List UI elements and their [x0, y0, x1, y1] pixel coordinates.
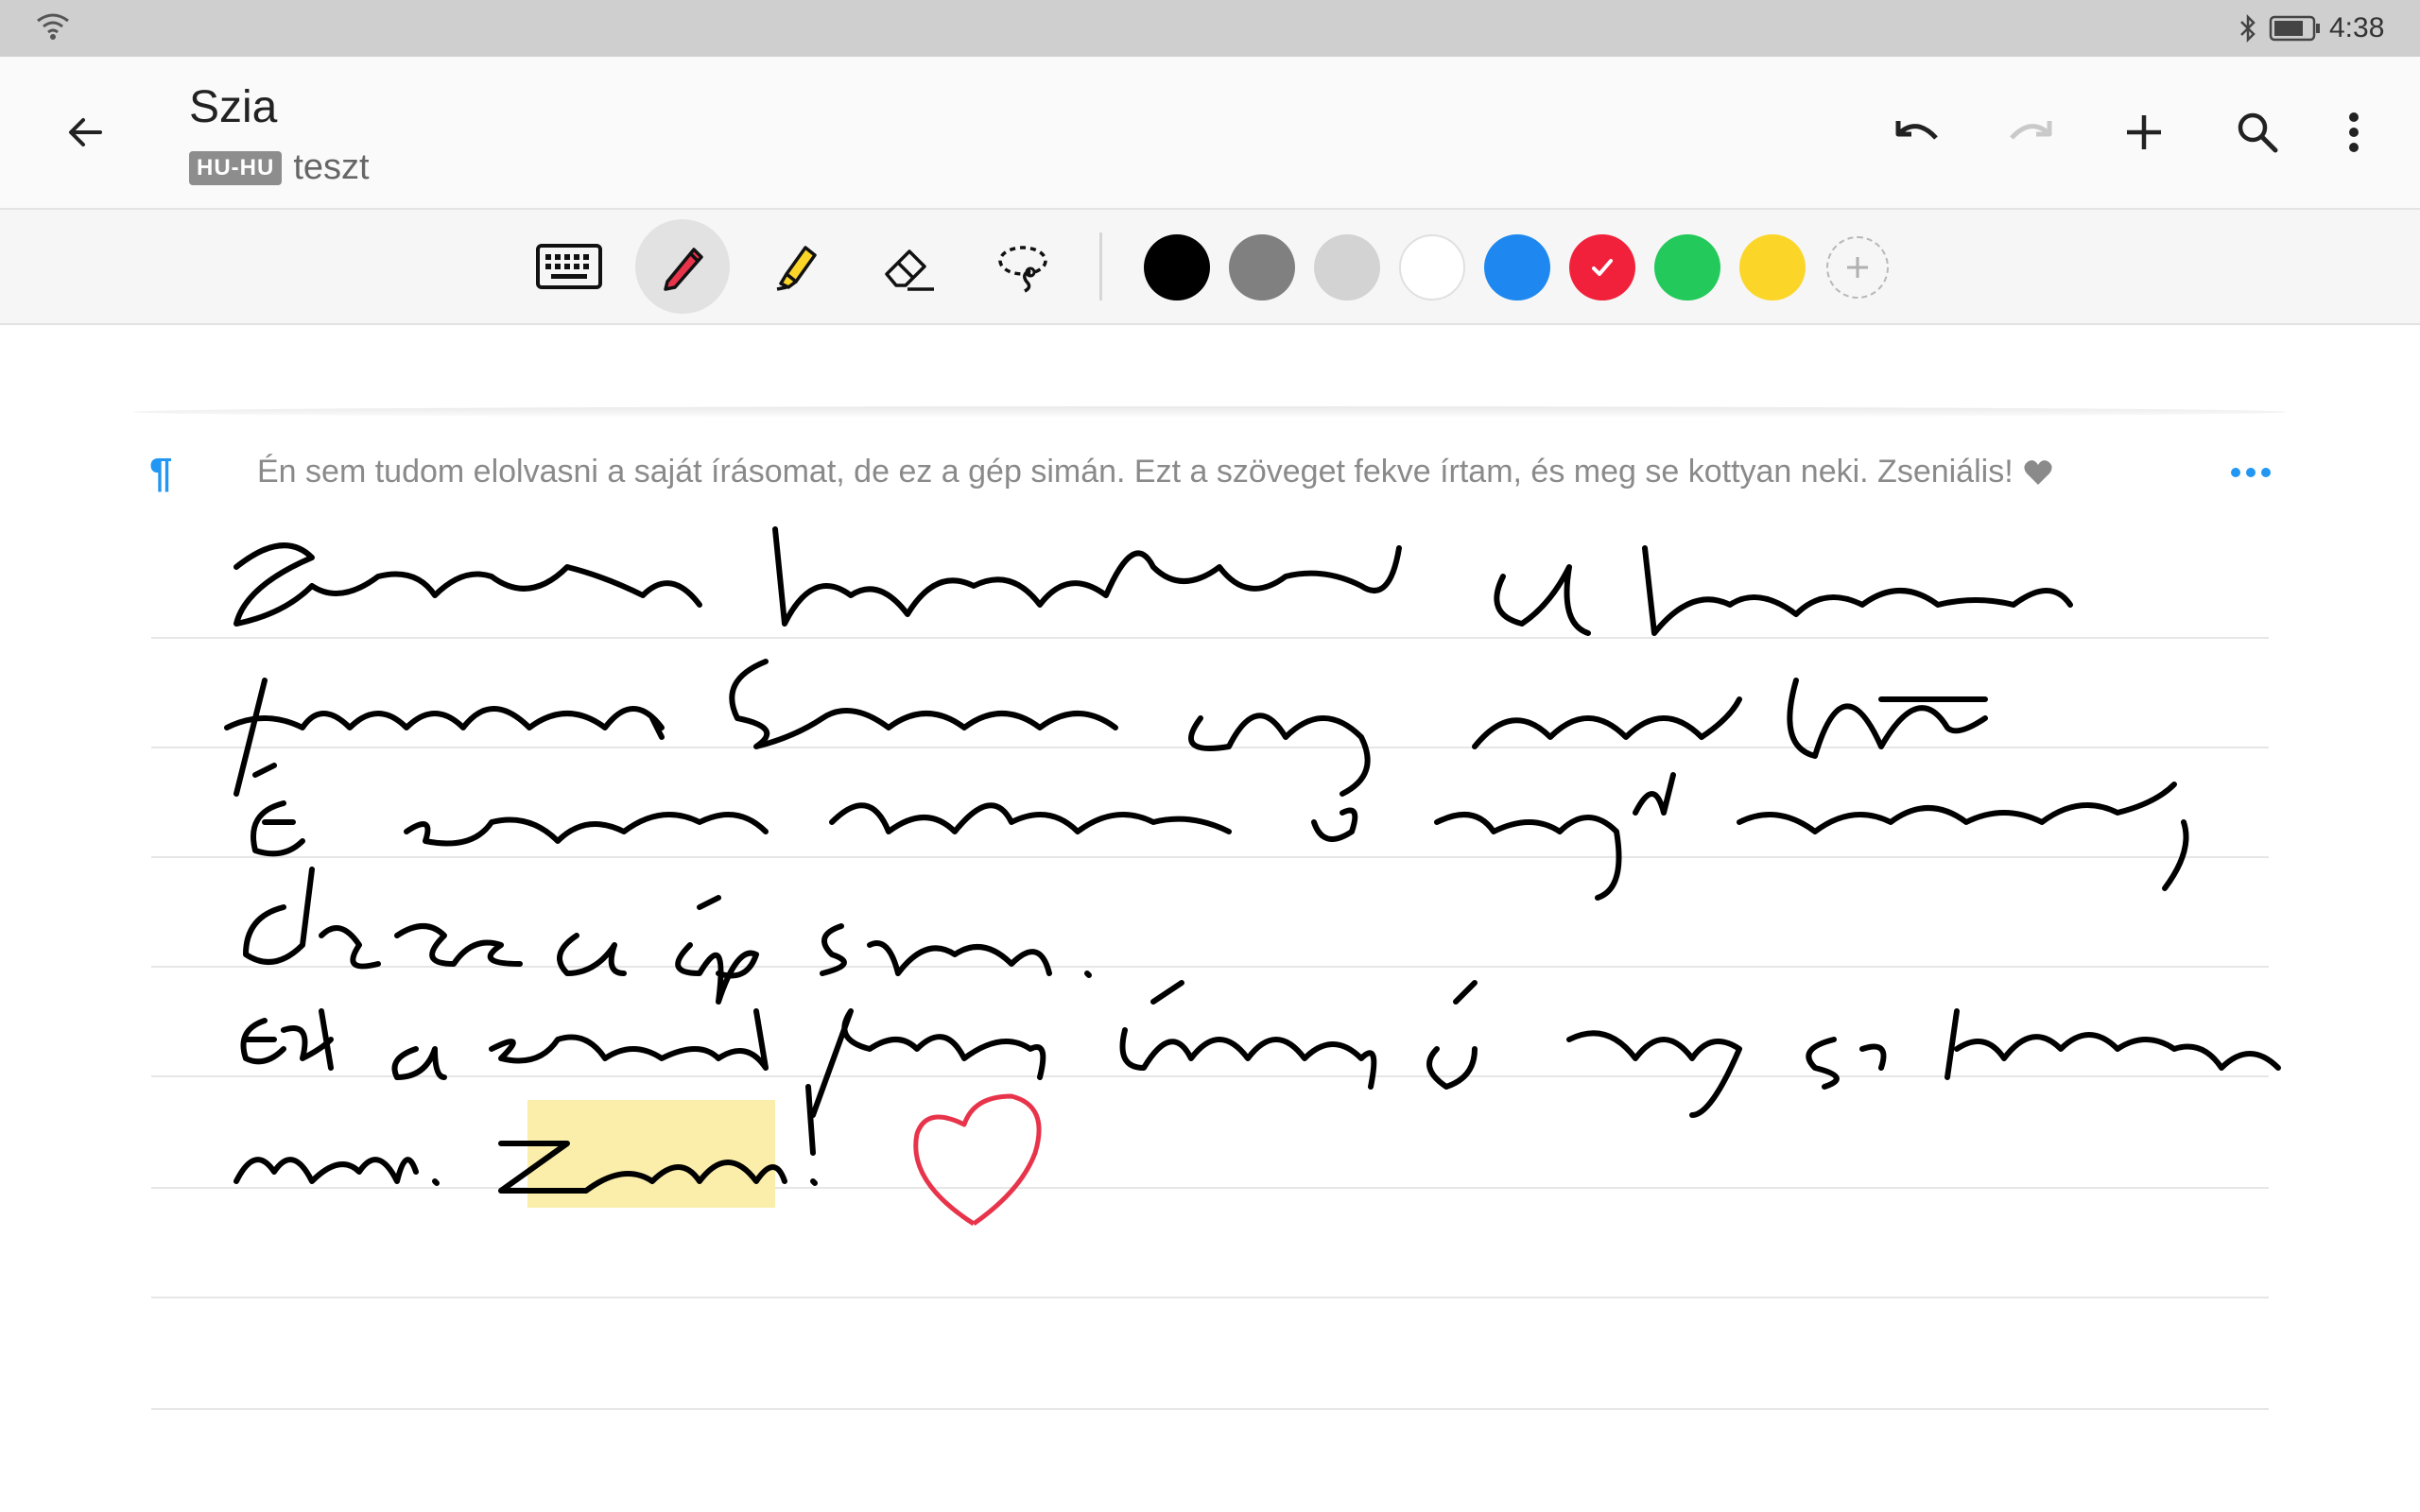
redo-icon	[2010, 121, 2052, 140]
note-title[interactable]: Szia	[189, 81, 277, 133]
ruled-line	[151, 1187, 2269, 1189]
ink-word-21	[240, 1008, 334, 1071]
lasso-tool[interactable]	[976, 219, 1070, 314]
lasso-icon	[998, 246, 1047, 293]
toolbar-divider	[1099, 232, 1102, 301]
highlighter-icon	[776, 246, 817, 291]
ruled-line	[151, 1075, 2269, 1077]
paragraph-icon[interactable]: ¶	[149, 450, 172, 497]
ruled-line	[151, 856, 2269, 858]
color-swatch-red[interactable]	[1569, 234, 1635, 301]
more-horiz-icon	[2231, 468, 2271, 477]
color-swatch-white[interactable]	[1399, 234, 1465, 301]
more-vert-icon	[2349, 112, 2359, 152]
arrow-back-icon	[69, 118, 102, 146]
heart-drawing	[913, 1093, 1042, 1227]
ink-word-30	[233, 1157, 440, 1186]
ruled-line	[151, 747, 2269, 748]
bluetooth-icon	[2238, 13, 2257, 48]
ink-word-23	[489, 1008, 769, 1071]
ink-word-18	[557, 933, 627, 976]
ink-word-11	[404, 812, 769, 847]
language-badge[interactable]: HU-HU	[189, 150, 283, 185]
pen-tool[interactable]	[635, 219, 730, 314]
highlighter-tool[interactable]	[749, 219, 843, 314]
ink-word-29	[1945, 1008, 2281, 1080]
note-subtitle: HU-HU teszt	[189, 147, 370, 188]
ink-word-26	[1426, 980, 1478, 1090]
plus-icon	[1847, 257, 1868, 278]
plus-icon	[2127, 115, 2161, 149]
recognized-text-preview[interactable]: Én sem tudom elolvasni a saját írásomat,…	[257, 454, 2186, 490]
page-edge	[132, 406, 2288, 418]
paragraph-more-button[interactable]	[2227, 454, 2274, 491]
add-color-button[interactable]	[1826, 236, 1889, 299]
ink-word-1	[233, 542, 702, 627]
ruled-line	[151, 966, 2269, 968]
more-options-button[interactable]	[2320, 98, 2388, 166]
ink-word-10	[251, 763, 305, 857]
search-button[interactable]	[2223, 98, 2291, 166]
note-name: teszt	[293, 147, 370, 187]
ink-word-3	[1494, 564, 1591, 636]
ink-word-12	[829, 802, 1232, 834]
check-icon	[1592, 259, 1613, 276]
color-swatch-green[interactable]	[1654, 234, 1720, 301]
app-bar: Szia HU-HU teszt	[0, 57, 2420, 210]
ink-word-14	[1434, 772, 1676, 901]
ink-word-19	[675, 895, 759, 1005]
ink-word-9	[1787, 678, 1988, 759]
ruled-line	[151, 1297, 2269, 1298]
color-swatch-blue[interactable]	[1484, 234, 1550, 301]
ink-word-22	[391, 1046, 447, 1080]
ink-word-6	[729, 659, 1118, 749]
ruled-line	[151, 637, 2269, 639]
ink-word-25	[1119, 980, 1377, 1090]
redo-button[interactable]	[1996, 98, 2065, 166]
ink-word-17	[394, 923, 523, 967]
ink-strokes	[224, 526, 2281, 1194]
ink-word-28	[1806, 1037, 1887, 1090]
color-swatch-black[interactable]	[1144, 234, 1210, 301]
battery-icon	[2269, 15, 2322, 46]
color-swatch-light-gray[interactable]	[1314, 234, 1380, 301]
wifi-icon	[34, 11, 72, 46]
drawing-toolbar	[0, 210, 2420, 325]
status-time: 4:38	[2329, 12, 2385, 43]
ink-word-5	[224, 678, 665, 797]
color-swatch-gray[interactable]	[1229, 234, 1295, 301]
pen-icon	[664, 248, 703, 291]
ink-word-31	[498, 1084, 818, 1194]
ink-word-16	[243, 867, 381, 970]
ink-word-8	[1472, 696, 1742, 749]
highlight-stroke	[527, 1100, 775, 1208]
search-icon	[2238, 112, 2278, 153]
ruled-line	[151, 1408, 2269, 1410]
ink-word-24	[810, 1008, 1046, 1118]
recognized-text: Én sem tudom elolvasni a saját írásomat,…	[257, 454, 2014, 490]
eraser-tool[interactable]	[862, 219, 957, 314]
ink-word-13	[1311, 807, 1358, 842]
ink-word-4	[1642, 545, 2073, 636]
add-button[interactable]	[2110, 98, 2178, 166]
ink-word-7	[1188, 713, 1371, 797]
color-swatch-yellow[interactable]	[1739, 234, 1806, 301]
eraser-icon	[885, 249, 934, 291]
undo-button[interactable]	[1883, 98, 1951, 166]
ink-word-27	[1566, 1030, 1742, 1118]
back-button[interactable]	[51, 98, 119, 166]
ink-word-20	[820, 923, 1092, 978]
ink-word-15	[1737, 782, 2189, 891]
status-bar: 4:38	[0, 0, 2420, 57]
undo-icon	[1895, 121, 1938, 140]
heart-icon	[2024, 459, 2052, 485]
keyboard-tool[interactable]	[522, 219, 616, 314]
keyboard-icon	[536, 244, 602, 289]
ink-word-2	[772, 526, 1402, 627]
